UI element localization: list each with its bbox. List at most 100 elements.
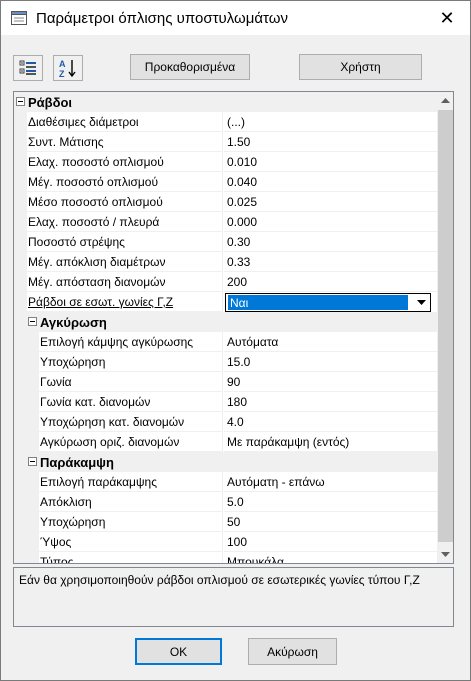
defaults-button[interactable]: Προκαθορισμένα [130, 54, 250, 80]
property-row[interactable]: Ελαχ. ποσοστό οπλισμού 0.010 [14, 152, 437, 172]
property-value[interactable]: Αυτόματη - επάνω [224, 472, 437, 492]
category-row-agkyrosi[interactable]: Αγκύρωση [14, 312, 437, 332]
property-value[interactable]: 50 [224, 512, 437, 532]
property-name: Γωνία [39, 372, 223, 392]
property-name: Υποχώρηση [39, 352, 223, 372]
property-name: Μέγ. απόσταση διανομών [27, 272, 223, 292]
property-row[interactable]: Αγκύρωση οριζ. διανομών Με παράκαμψη (εν… [14, 432, 437, 452]
row-gutter [14, 172, 27, 192]
property-row-selected[interactable]: Ράβδοι σε εσωτ. γωνίες Γ,Ζ Ναι [14, 292, 437, 312]
collapse-icon[interactable] [28, 457, 37, 466]
property-name: Μέγ. απόκλιση διαμέτρων [27, 252, 223, 272]
property-value[interactable]: 100 [224, 532, 437, 552]
row-gutter [14, 492, 39, 512]
property-row[interactable]: Ύψος 100 [14, 532, 437, 552]
scroll-down-icon [441, 552, 450, 557]
property-name: Υποχώρηση κατ. διανομών [39, 412, 223, 432]
property-value[interactable]: 90 [224, 372, 437, 392]
ok-button-label: ΟΚ [169, 644, 188, 659]
property-row[interactable]: Διαθέσιμες διάμετροι (...) [14, 112, 437, 132]
user-button[interactable]: Χρήστη [299, 54, 422, 80]
row-gutter [14, 112, 27, 132]
sort-az-icon: A Z [59, 59, 76, 78]
row-gutter [14, 372, 39, 392]
property-value[interactable]: 0.025 [224, 192, 437, 212]
cancel-button-label: Ακύρωση [267, 644, 318, 659]
category-label: Αγκύρωση [40, 315, 107, 330]
property-row[interactable]: Μέγ. ποσοστό οπλισμού 0.040 [14, 172, 437, 192]
property-grid[interactable]: Ράβδοι Διαθέσιμες διάμετροι (...) Συντ. … [13, 91, 454, 564]
vertical-scrollbar[interactable] [437, 92, 453, 563]
collapse-icon[interactable] [28, 317, 37, 326]
title-bar: Παράμετροι όπλισης υποστυλωμάτων ✕ [1, 1, 470, 35]
property-value[interactable]: 4.0 [224, 412, 437, 432]
property-row[interactable]: Ποσοστό στρέψης 0.30 [14, 232, 437, 252]
row-gutter [14, 532, 39, 552]
description-text: Εάν θα χρησιμοποιηθούν ράβδοι οπλισμού σ… [19, 573, 420, 587]
row-gutter [14, 272, 27, 292]
property-row[interactable]: Απόκλιση 5.0 [14, 492, 437, 512]
property-value[interactable]: 0.040 [224, 172, 437, 192]
property-value[interactable]: 15.0 [224, 352, 437, 372]
property-row[interactable]: Υποχώρηση 50 [14, 512, 437, 532]
property-row[interactable]: Γωνία 90 [14, 372, 437, 392]
category-row-rabdoi[interactable]: Ράβδοι [14, 92, 437, 112]
property-name: Ύψος [39, 532, 223, 552]
user-button-label: Χρήστη [340, 60, 381, 74]
property-row[interactable]: Μέγ. απόσταση διανομών 200 [14, 272, 437, 292]
property-row[interactable]: Γωνία κατ. διανομών 180 [14, 392, 437, 412]
svg-text:A: A [59, 59, 66, 69]
alphabetical-view-button[interactable]: A Z [53, 55, 83, 81]
description-pane: Εάν θα χρησιμοποιηθούν ράβδοι οπλισμού σ… [13, 567, 454, 627]
cancel-button[interactable]: Ακύρωση [248, 638, 337, 665]
scrollbar-thumb[interactable] [438, 110, 453, 542]
scroll-up-button[interactable] [437, 92, 453, 109]
property-row[interactable]: Επιλογή παράκαμψης Αυτόματη - επάνω [14, 472, 437, 492]
categorized-view-button[interactable] [13, 55, 43, 81]
property-rows: Ράβδοι Διαθέσιμες διάμετροι (...) Συντ. … [14, 92, 437, 563]
row-gutter [14, 432, 39, 452]
property-value[interactable]: 0.010 [224, 152, 437, 172]
property-value[interactable]: 0.33 [224, 252, 437, 272]
property-name: Τύπος [39, 552, 223, 563]
close-icon: ✕ [439, 7, 455, 28]
row-gutter [14, 472, 39, 492]
chevron-down-icon [416, 299, 426, 305]
property-row[interactable]: Υποχώρηση 15.0 [14, 352, 437, 372]
property-value[interactable]: 1.50 [224, 132, 437, 152]
property-value[interactable]: (...) [224, 112, 437, 132]
property-row[interactable]: Υποχώρηση κατ. διανομών 4.0 [14, 412, 437, 432]
property-name: Αγκύρωση οριζ. διανομών [39, 432, 223, 452]
property-name: Ελαχ. ποσοστό / πλευρά [27, 212, 223, 232]
property-value[interactable]: 0.30 [224, 232, 437, 252]
close-button[interactable]: ✕ [424, 1, 470, 35]
property-value[interactable]: Αυτόματα [224, 332, 437, 352]
app-icon [11, 11, 27, 25]
property-row[interactable]: Τύπος Μπουκάλα [14, 552, 437, 563]
property-row[interactable]: Μέσο ποσοστό οπλισμού 0.025 [14, 192, 437, 212]
dropdown-button[interactable] [413, 295, 429, 310]
svg-text:Z: Z [59, 69, 65, 78]
scroll-down-button[interactable] [437, 546, 453, 563]
value-dropdown[interactable]: Ναι [225, 293, 431, 312]
property-name: Διαθέσιμες διάμετροι [27, 112, 223, 132]
property-value[interactable]: 200 [224, 272, 437, 292]
property-value[interactable]: Μπουκάλα [224, 552, 437, 563]
property-name: Επιλογή κάμψης αγκύρωσης [39, 332, 223, 352]
property-value[interactable]: 180 [224, 392, 437, 412]
property-value[interactable]: 0.000 [224, 212, 437, 232]
category-row-parakampsi[interactable]: Παράκαμψη [14, 452, 437, 472]
property-row[interactable]: Συντ. Μάτισης 1.50 [14, 132, 437, 152]
property-name: Ελαχ. ποσοστό οπλισμού [27, 152, 223, 172]
scroll-up-icon [441, 98, 450, 103]
collapse-icon[interactable] [16, 97, 25, 106]
property-value[interactable]: 5.0 [224, 492, 437, 512]
ok-button[interactable]: ΟΚ [135, 638, 222, 665]
property-row[interactable]: Ελαχ. ποσοστό / πλευρά 0.000 [14, 212, 437, 232]
property-row[interactable]: Επιλογή κάμψης αγκύρωσης Αυτόματα [14, 332, 437, 352]
row-gutter [14, 312, 27, 332]
property-name: Γωνία κατ. διανομών [39, 392, 223, 412]
property-value[interactable]: Με παράκαμψη (εντός) [224, 432, 437, 452]
property-name: Μέσο ποσοστό οπλισμού [27, 192, 223, 212]
property-row[interactable]: Μέγ. απόκλιση διαμέτρων 0.33 [14, 252, 437, 272]
